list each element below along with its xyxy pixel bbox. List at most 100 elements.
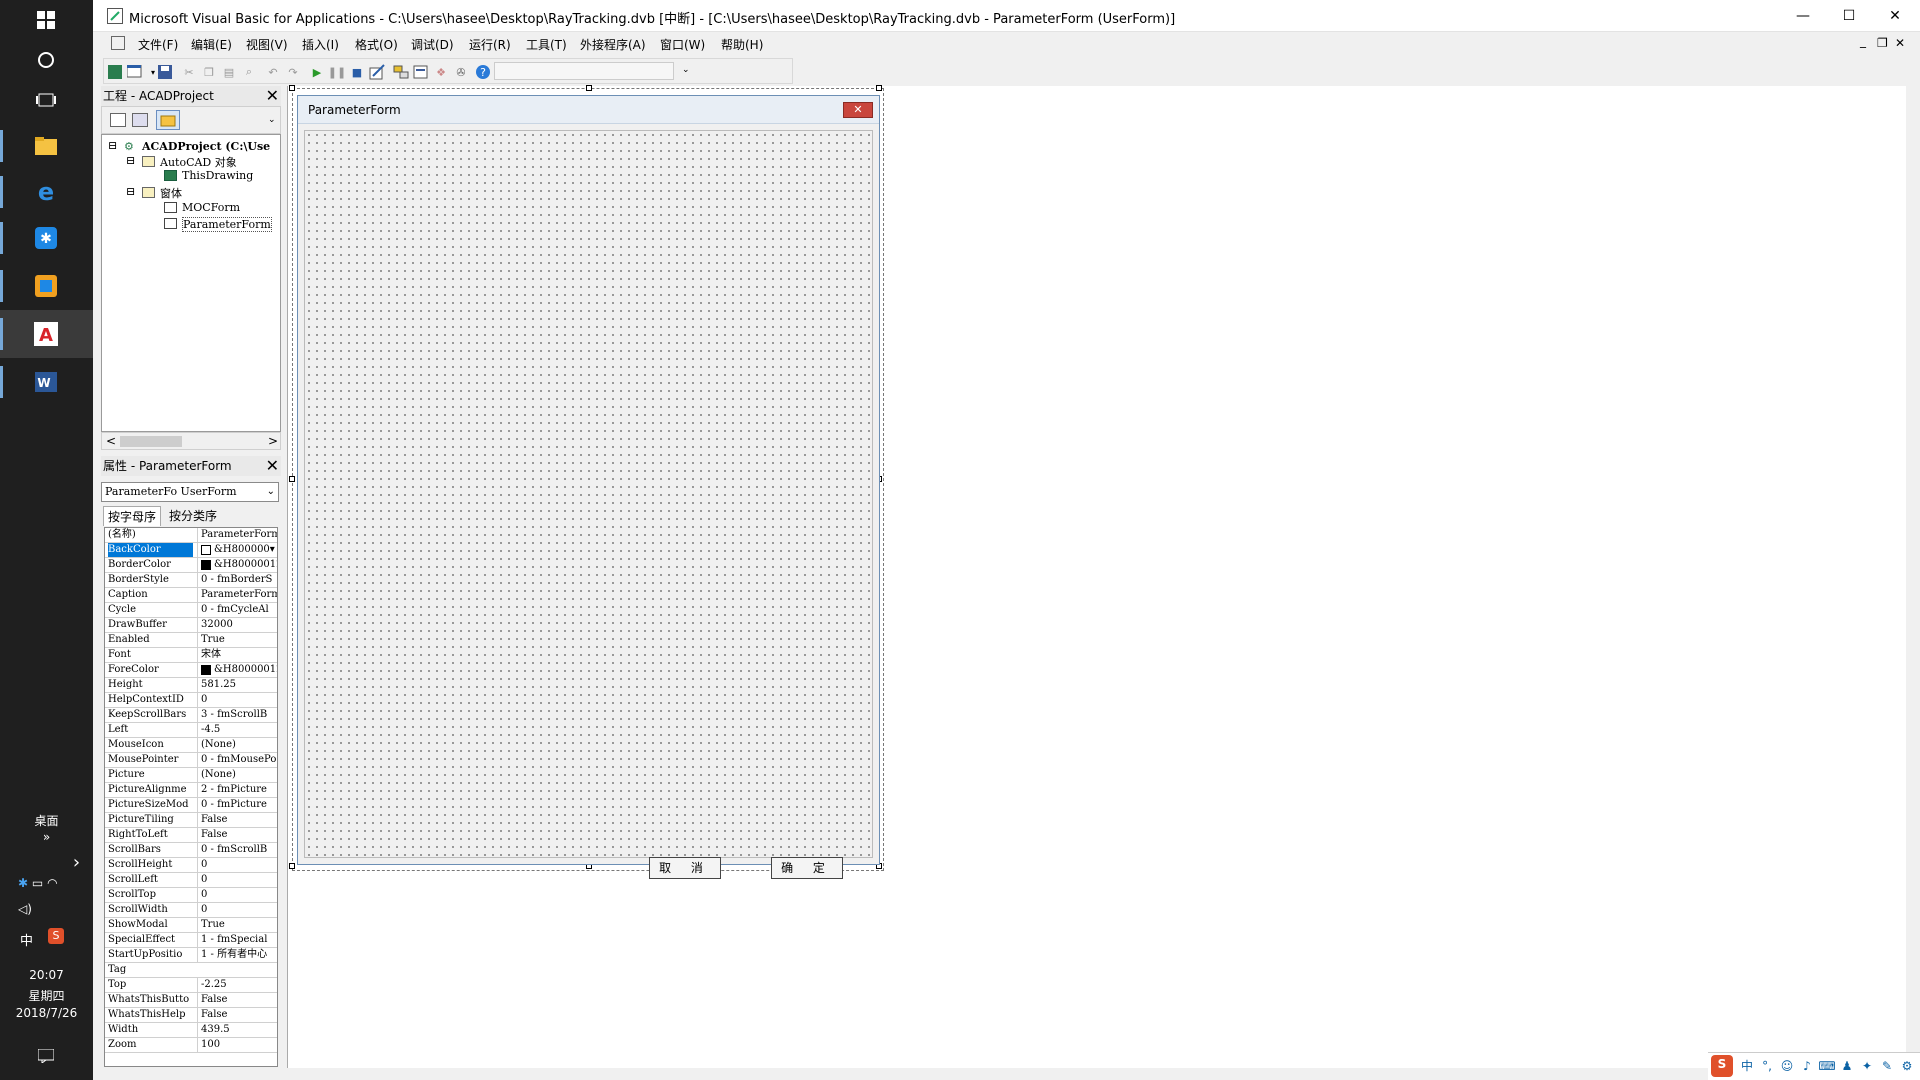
tree-root[interactable]: ACADProject (C:\Use — [142, 140, 270, 153]
title-bar[interactable]: Microsoft Visual Basic for Applications … — [93, 0, 1920, 32]
task-view-icon[interactable] — [30, 84, 62, 116]
edge-icon[interactable]: e — [30, 176, 62, 208]
tray-status-icons[interactable]: ✱ ▭ ◠ — [18, 876, 78, 894]
mic-icon[interactable]: ♪ — [1798, 1057, 1816, 1075]
property-value[interactable]: 2 - fmPicture — [197, 783, 277, 797]
property-value[interactable]: 0 - fmCycleAl — [197, 603, 277, 617]
property-row[interactable]: HelpContextID 0 — [105, 693, 277, 708]
punctuation-icon[interactable]: °, — [1758, 1057, 1776, 1075]
menu-edit[interactable]: 编辑(E) — [191, 36, 232, 53]
property-value[interactable]: 1 - 所有者中心 — [197, 948, 277, 962]
scroll-thumb[interactable] — [120, 436, 182, 447]
property-value[interactable]: 0 — [197, 693, 277, 707]
property-value[interactable]: ParameterForm — [197, 528, 277, 542]
property-row[interactable]: BorderStyle 0 - fmBorderS — [105, 573, 277, 588]
menu-window[interactable]: 窗口(W) — [660, 36, 705, 53]
form-design-grid[interactable]: 取 消 确 定 — [304, 130, 873, 879]
property-value[interactable]: 439.5 — [197, 1023, 277, 1037]
cut-icon[interactable]: ✂ — [180, 63, 198, 81]
menu-help[interactable]: 帮助(H) — [721, 36, 763, 53]
inner-close-button[interactable]: ✕ — [1895, 36, 1905, 50]
network-icon[interactable]: ✱ — [18, 876, 28, 890]
property-value[interactable]: 32000 — [197, 618, 277, 632]
maximize-button[interactable]: ☐ — [1826, 0, 1872, 32]
property-row[interactable]: Width 439.5 — [105, 1023, 277, 1038]
project-toolbar-options-icon[interactable]: ⌄ — [268, 115, 276, 125]
property-value[interactable]: True — [197, 918, 277, 932]
property-value[interactable]: False — [197, 813, 277, 827]
design-mode-icon[interactable] — [368, 63, 386, 81]
autocad-icon[interactable]: A — [30, 318, 62, 350]
tree-parameterform[interactable]: ParameterForm — [182, 217, 272, 232]
property-row[interactable]: ScrollLeft 0 — [105, 873, 277, 888]
tab-alphabetic[interactable]: 按字母序 — [103, 506, 162, 526]
property-row[interactable]: SpecialEffect 1 - fmSpecial — [105, 933, 277, 948]
word-icon[interactable]: W — [30, 366, 62, 398]
insert-userform-icon[interactable] — [126, 63, 144, 81]
form-close-icon[interactable]: ✕ — [843, 102, 873, 118]
tree-collapse-icon[interactable]: ⊟ — [126, 154, 135, 167]
clock-date[interactable]: 2018/7/26 — [0, 1006, 93, 1020]
file-explorer-icon[interactable] — [30, 130, 62, 162]
property-value[interactable]: 3 - fmScrollB — [197, 708, 277, 722]
view-code-icon[interactable] — [110, 113, 126, 127]
property-row[interactable]: Left -4.5 — [105, 723, 277, 738]
scroll-right-icon[interactable]: > — [268, 434, 278, 448]
redo-icon[interactable]: ↷ — [284, 63, 302, 81]
property-value[interactable]: 0 — [197, 888, 277, 902]
windows-icon[interactable] — [30, 4, 62, 36]
property-value[interactable]: 0 - fmPicture — [197, 798, 277, 812]
property-value[interactable]: 0 — [197, 873, 277, 887]
property-row[interactable]: MousePointer 0 - fmMousePo — [105, 753, 277, 768]
property-value[interactable]: False — [197, 828, 277, 842]
property-row[interactable]: ScrollTop 0 — [105, 888, 277, 903]
property-value[interactable]: &H800000▾ — [197, 543, 277, 557]
copy-icon[interactable]: ❐ — [200, 63, 218, 81]
property-value[interactable]: -4.5 — [197, 723, 277, 737]
ime-mode-icon[interactable]: 中 — [1738, 1057, 1756, 1075]
property-row[interactable]: Zoom 100 — [105, 1038, 277, 1053]
property-row[interactable]: Height 581.25 — [105, 678, 277, 693]
properties-panel-header[interactable]: 属性 - ParameterForm ✕ — [101, 456, 281, 476]
project-panel-header[interactable]: 工程 - ACADProject ✕ — [101, 86, 281, 106]
reset-icon[interactable]: ■ — [348, 63, 366, 81]
property-row[interactable]: Cycle 0 - fmCycleAl — [105, 603, 277, 618]
run-icon[interactable]: ▶ — [308, 63, 326, 81]
undo-icon[interactable]: ↶ — [264, 63, 282, 81]
property-value[interactable]: 0 - fmMousePo — [197, 753, 277, 767]
scroll-left-icon[interactable]: < — [106, 434, 116, 448]
tree-collapse-icon[interactable]: ⊟ — [126, 185, 135, 198]
resize-handle[interactable] — [586, 85, 592, 91]
inner-restore-button[interactable]: ❐ — [1877, 36, 1888, 50]
toolbar-options-icon[interactable]: ⌄ — [682, 65, 690, 75]
menu-view[interactable]: 视图(V) — [246, 36, 288, 53]
property-row[interactable]: PictureSizeMod 0 - fmPicture — [105, 798, 277, 813]
resize-handle[interactable] — [289, 85, 295, 91]
property-row[interactable]: ScrollWidth 0 — [105, 903, 277, 918]
property-row[interactable]: RightToLeft False — [105, 828, 277, 843]
property-value[interactable]: &H80000012 — [197, 663, 277, 677]
property-row[interactable]: Font 宋体 — [105, 648, 277, 663]
inner-minimize-button[interactable]: _ — [1860, 34, 1866, 48]
property-row[interactable]: PictureTiling False — [105, 813, 277, 828]
property-row[interactable]: BorderColor &H80000012 — [105, 558, 277, 573]
toolbox-icon[interactable]: ✇ — [452, 63, 470, 81]
property-value[interactable]: True — [197, 633, 277, 647]
tools-icon[interactable]: ⚙ — [1898, 1057, 1916, 1075]
properties-close-icon[interactable]: ✕ — [266, 456, 279, 476]
save-icon[interactable] — [156, 63, 174, 81]
property-row[interactable]: KeepScrollBars 3 - fmScrollB — [105, 708, 277, 723]
property-row[interactable]: StartUpPositio 1 - 所有者中心 — [105, 948, 277, 963]
property-value[interactable]: -2.25 — [197, 978, 277, 992]
menu-run[interactable]: 运行(R) — [469, 36, 511, 53]
chevron-down-icon[interactable]: » — [0, 830, 93, 844]
property-row[interactable]: ScrollHeight 0 — [105, 858, 277, 873]
property-row[interactable]: ShowModal True — [105, 918, 277, 933]
menu-debug[interactable]: 调试(D) — [411, 36, 454, 53]
app-store-icon[interactable] — [30, 270, 62, 302]
property-value[interactable]: 581.25 — [197, 678, 277, 692]
view-acad-icon[interactable] — [106, 63, 124, 81]
menu-insert[interactable]: 插入(I) — [302, 36, 339, 53]
property-value[interactable]: False — [197, 993, 277, 1007]
doc-icon[interactable] — [111, 36, 125, 50]
